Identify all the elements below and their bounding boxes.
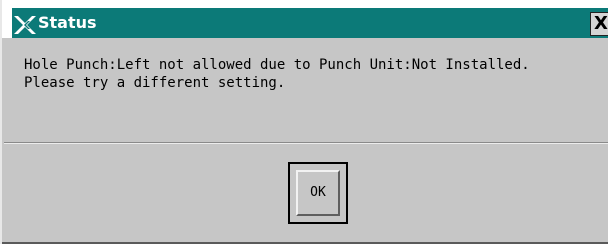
divider xyxy=(4,142,608,144)
ok-button[interactable]: OK xyxy=(296,170,340,216)
status-dialog: Status X Hole Punch:Left not allowed due… xyxy=(0,0,608,244)
x-window-logo-icon xyxy=(14,16,36,34)
title-bar-background xyxy=(12,8,608,38)
status-message: Hole Punch:Left not allowed due to Punch… xyxy=(24,56,604,92)
message-line-2: Please try a different setting. xyxy=(24,75,286,91)
ok-button-default-frame: OK xyxy=(288,162,348,224)
title-bar[interactable]: Status X xyxy=(2,0,608,38)
close-button[interactable]: X xyxy=(590,12,608,36)
window-title: Status xyxy=(38,13,97,32)
message-line-1: Hole Punch:Left not allowed due to Punch… xyxy=(24,57,530,73)
